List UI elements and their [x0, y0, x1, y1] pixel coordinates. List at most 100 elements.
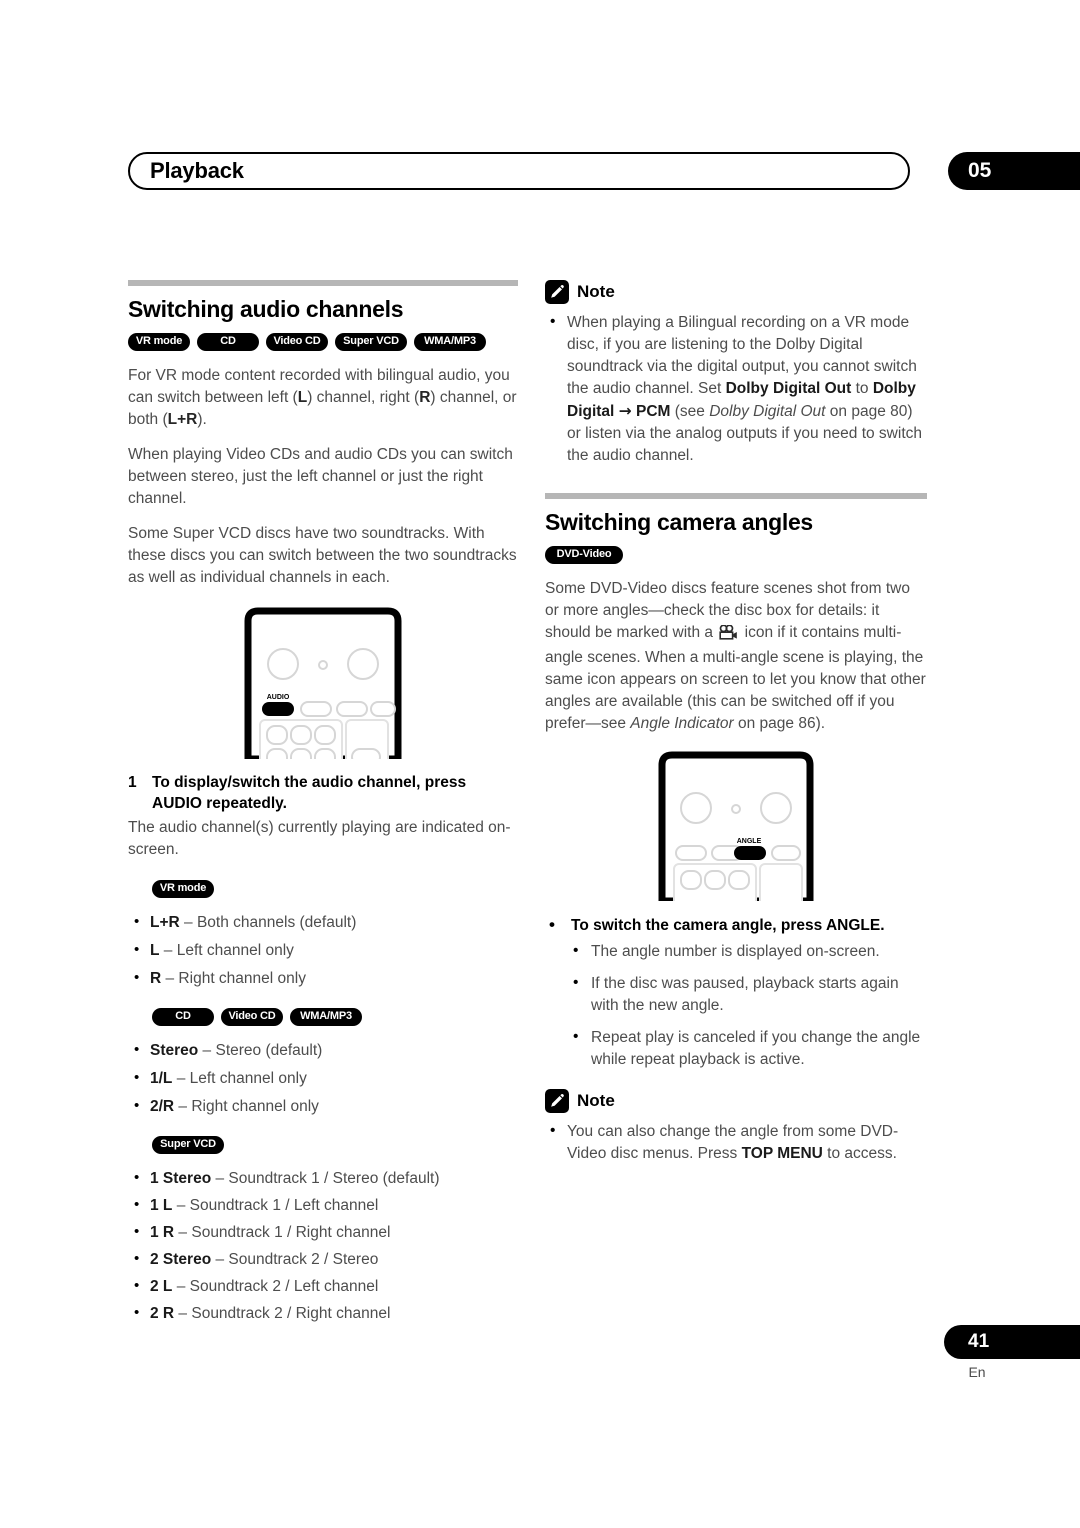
arrow-icon: → [618, 402, 632, 420]
text-fragment: to access. [822, 1144, 897, 1162]
option-term: 2 L [150, 1278, 173, 1296]
option-desc: – Soundtrack 2 / Left channel [172, 1278, 379, 1296]
text-fragment: (see [670, 403, 710, 420]
manual-page: Playback 05 Switching audio channels VR … [0, 0, 1080, 1528]
text-bold-top-menu: TOP MENU [741, 1144, 823, 1162]
section-rule [128, 280, 518, 286]
list-item: 1 L – Soundtrack 1 / Left channel [128, 1194, 518, 1217]
note-header-2: Note [545, 1088, 927, 1113]
paragraph-video-cd: When playing Video CDs and audio CDs you… [128, 446, 513, 507]
movie-camera-glyph [719, 624, 738, 640]
text-bold-pcm: PCM [631, 403, 671, 420]
text-fragment: ) channel, right ( [307, 389, 420, 406]
badge-dvd-video: DVD-Video [545, 546, 623, 564]
note-text-1: When playing a Bilingual recording on a … [545, 311, 927, 467]
list-vr-audio-options: L+R – Both channels (default) L – Left c… [128, 911, 518, 990]
list-item: R – Right channel only [128, 967, 518, 990]
paragraph-super-vcd: Some Super VCD discs have two soundtrack… [128, 525, 517, 586]
list-item: 2 R – Soundtrack 2 / Right channel [128, 1302, 518, 1325]
option-term: L+R [150, 914, 180, 932]
pencil-glyph [551, 1093, 564, 1107]
remote-control-graphic: AUDIO [244, 607, 402, 759]
list-item: If the disc was paused, playback starts … [571, 972, 927, 1017]
badge-row-vr-mode: VR mode [152, 880, 518, 899]
chapter-number: 05 [968, 159, 992, 182]
text-fragment: to [851, 380, 873, 397]
page-title: Playback [150, 158, 244, 183]
option-desc: – Left channel only [172, 1070, 307, 1088]
page-number: 41 [968, 1331, 990, 1352]
badge-cd: CD [197, 333, 259, 351]
svg-text:ANGLE: ANGLE [737, 838, 762, 845]
badge-vr-mode: VR mode [128, 333, 190, 351]
option-desc: – Both channels (default) [179, 914, 357, 932]
remote-illustration-angle: ANGLE [545, 751, 927, 901]
note-label: Note [577, 1090, 615, 1110]
badge-wma-mp3: WMA/MP3 [290, 1008, 362, 1027]
text-bold-l: L [297, 389, 308, 406]
option-desc: – Soundtrack 1 / Stereo (default) [211, 1170, 440, 1188]
option-term: 1 Stereo [150, 1170, 212, 1188]
list-angle-notes: The angle number is displayed on-screen.… [545, 940, 927, 1071]
option-desc: – Soundtrack 2 / Stereo [211, 1251, 379, 1269]
pencil-icon [545, 1088, 569, 1113]
option-desc: – Stereo (default) [198, 1042, 323, 1060]
note-header-1: Note [545, 280, 927, 304]
list-item: 2 L – Soundtrack 2 / Left channel [128, 1275, 518, 1298]
note-label: Note [577, 282, 615, 301]
badge-super-vcd: Super VCD [152, 1136, 224, 1155]
list-item: 1/L – Left channel only [128, 1067, 518, 1090]
list-item: L – Left channel only [128, 939, 518, 962]
option-desc: – Soundtrack 2 / Right channel [174, 1305, 391, 1323]
badge-vr-mode: VR mode [152, 880, 214, 899]
movie-camera-icon [719, 624, 738, 647]
text-bold-r: R [419, 389, 431, 406]
list-item: 1 R – Soundtrack 1 / Right channel [128, 1221, 518, 1244]
step-1: 1 To display/switch the audio channel, p… [128, 773, 518, 815]
right-column: Note When playing a Bilingual recording … [545, 280, 927, 1165]
remote-control-graphic: ANGLE [658, 751, 814, 901]
option-term: 2 Stereo [150, 1251, 212, 1269]
paragraph-multi-angle: Some DVD-Video discs feature scenes shot… [545, 578, 927, 735]
badge-cd: CD [152, 1008, 214, 1027]
option-term: Stereo [150, 1042, 199, 1060]
pencil-icon [545, 280, 569, 304]
badge-super-vcd: Super VCD [335, 333, 407, 351]
list-cd-audio-options: Stereo – Stereo (default) 1/L – Left cha… [128, 1039, 518, 1118]
option-term: 1 L [150, 1197, 173, 1215]
badge-row-dvd-video: DVD-Video [545, 546, 927, 564]
section-rule [545, 493, 927, 499]
badge-wma-mp3: WMA/MP3 [414, 333, 486, 351]
paragraph-vr-bilingual: For VR mode content recorded with biling… [128, 365, 518, 431]
option-term: 2 R [150, 1305, 175, 1323]
text-bold-lr: L+R [167, 411, 198, 428]
option-term: R [150, 970, 162, 988]
option-term: 2/R [150, 1098, 175, 1116]
text-italic-ref: Dolby Digital Out [709, 403, 826, 420]
section-title-audio-channels: Switching audio channels [128, 296, 404, 322]
badge-video-cd: Video CD [266, 333, 328, 351]
badge-row-super-vcd: Super VCD [152, 1136, 518, 1155]
list-item: 2/R – Right channel only [128, 1095, 518, 1118]
list-item: 1 Stereo – Soundtrack 1 / Stereo (defaul… [128, 1167, 518, 1190]
page-number-tab: 41 [944, 1325, 1080, 1359]
list-svcd-audio-options: 1 Stereo – Soundtrack 1 / Stereo (defaul… [128, 1167, 518, 1325]
list-item: L+R – Both channels (default) [128, 911, 518, 934]
badge-video-cd: Video CD [221, 1008, 283, 1027]
remote-illustration-audio: AUDIO [128, 607, 518, 759]
text-fragment: on page 86). [733, 715, 826, 732]
option-desc: – Soundtrack 1 / Right channel [174, 1224, 391, 1242]
list-item: Stereo – Stereo (default) [128, 1039, 518, 1062]
section-title-camera-angles: Switching camera angles [545, 509, 813, 535]
list-item: 2 Stereo – Soundtrack 2 / Stereo [128, 1248, 518, 1271]
text-italic-ref: Angle Indicator [630, 715, 734, 732]
svg-text:AUDIO: AUDIO [267, 694, 290, 701]
list-item: Repeat play is canceled if you change th… [571, 1026, 927, 1071]
note-text-2: You can also change the angle from some … [545, 1120, 927, 1165]
text-bold-setting: Dolby Digital Out [725, 380, 852, 397]
option-desc: – Soundtrack 1 / Left channel [172, 1197, 379, 1215]
step-1-description: The audio channel(s) currently playing a… [128, 818, 511, 858]
option-term: 1 R [150, 1224, 175, 1242]
instruction-switch-angle: To switch the camera angle, press ANGLE. [545, 913, 927, 937]
option-desc: – Right channel only [161, 970, 306, 988]
